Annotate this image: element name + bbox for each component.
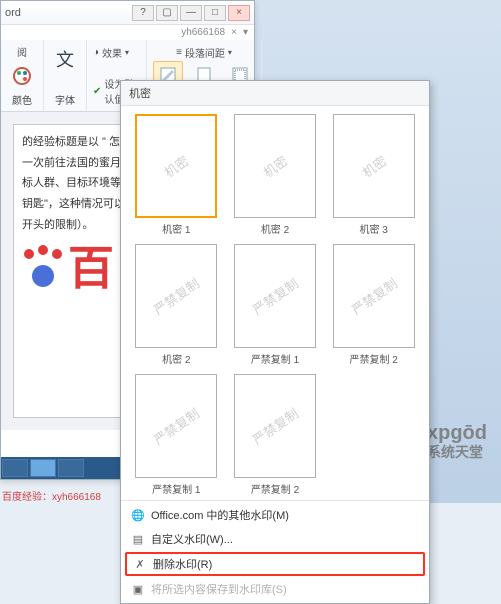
titlebar: ord ? ▢ — □ × <box>1 1 254 25</box>
watermark-gallery: 机密机密 1 机密机密 2 机密机密 3 严禁复制机密 2 严禁复制严禁复制 1… <box>121 106 429 500</box>
menu-save-selection: ▣将所选内容保存到水印库(S) <box>121 577 429 601</box>
menu-more-office[interactable]: 🌐Office.com 中的其他水印(M) <box>121 503 429 527</box>
credit-text: 百度经验：xyh666168 <box>2 488 101 503</box>
color-label: 颜色 <box>12 92 32 107</box>
window-buttons: ? ▢ — □ × <box>132 5 250 21</box>
baidu-logo: 百 <box>20 229 114 307</box>
app-title: ord <box>5 7 21 19</box>
user-account: yh666168 × ▾ <box>1 25 254 40</box>
font-label: 字体 <box>55 92 75 107</box>
status-segment[interactable] <box>30 459 56 477</box>
effects-icon: ◑ <box>93 47 99 58</box>
status-segment[interactable] <box>58 459 84 477</box>
dropdown-menu: 🌐Office.com 中的其他水印(M) ▤自定义水印(W)... ✗删除水印… <box>121 500 429 603</box>
ribbon-group-formatting: 阅 颜色 <box>1 40 44 111</box>
tab-view[interactable]: 阅 <box>17 44 27 59</box>
username: yh666168 <box>181 27 225 38</box>
watermark-thumb[interactable]: 严禁复制机密 2 <box>131 244 222 366</box>
tab-close-icon[interactable]: × <box>231 27 237 38</box>
watermark-thumb[interactable]: 严禁复制严禁复制 1 <box>131 374 222 496</box>
ribbon-display-button[interactable]: ▢ <box>156 5 178 21</box>
watermark-dropdown: 机密 机密机密 1 机密机密 2 机密机密 3 严禁复制机密 2 严禁复制严禁复… <box>120 80 430 604</box>
watermark-thumb[interactable]: 严禁复制严禁复制 2 <box>328 244 419 366</box>
effects-button[interactable]: ◑效果▾ <box>93 44 129 61</box>
paw-icon <box>20 245 66 291</box>
palette-icon <box>12 66 32 86</box>
watermark-thumb[interactable]: 机密机密 2 <box>230 114 321 236</box>
ribbon-group-font: 文 字体 <box>44 40 87 111</box>
remove-icon: ✗ <box>133 557 147 571</box>
watermark-thumb[interactable]: 严禁复制严禁复制 1 <box>230 244 321 366</box>
maximize-button[interactable]: □ <box>204 5 226 21</box>
status-segment[interactable] <box>2 459 28 477</box>
help-button[interactable]: ? <box>132 5 154 21</box>
close-button[interactable]: × <box>228 5 250 21</box>
menu-remove-watermark[interactable]: ✗删除水印(R) <box>125 552 425 576</box>
color-button[interactable] <box>7 61 37 91</box>
watermark-thumb[interactable]: 严禁复制严禁复制 2 <box>230 374 321 496</box>
font-button[interactable]: 文 <box>50 44 80 74</box>
minimize-button[interactable]: — <box>180 5 202 21</box>
paragraph-spacing-button[interactable]: ≡段落间距▾ <box>176 44 232 61</box>
watermark-thumb[interactable]: 机密机密 3 <box>328 114 419 236</box>
dropdown-category-header: 机密 <box>121 81 429 106</box>
watermark-thumb[interactable]: 机密机密 1 <box>131 114 222 236</box>
custom-icon: ▤ <box>131 532 145 546</box>
save-icon: ▣ <box>131 582 145 596</box>
tab-pin-icon[interactable]: ▾ <box>243 27 248 38</box>
check-icon: ✔ <box>93 86 101 97</box>
globe-icon: 🌐 <box>131 508 145 522</box>
menu-custom-watermark[interactable]: ▤自定义水印(W)... <box>121 527 429 551</box>
spacing-icon: ≡ <box>176 47 182 58</box>
